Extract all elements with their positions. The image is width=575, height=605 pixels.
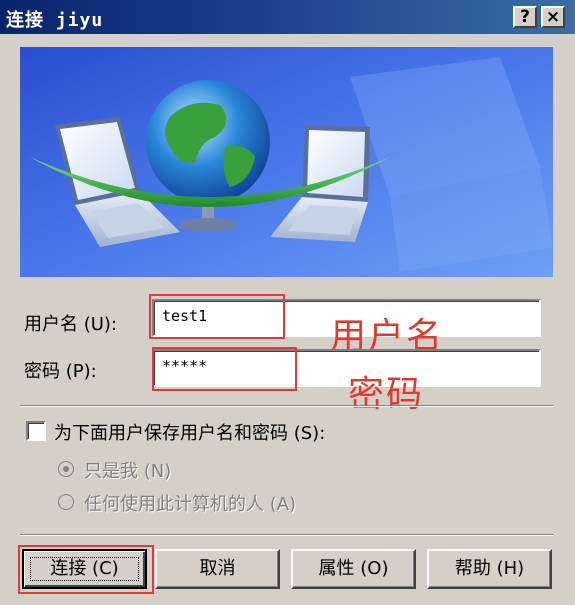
radio-selected-dot bbox=[63, 466, 69, 472]
username-highlight-box bbox=[149, 294, 285, 339]
help-button[interactable]: 帮助 (H) bbox=[427, 549, 552, 589]
connect-highlight-box bbox=[18, 545, 154, 594]
network-banner-image bbox=[20, 47, 553, 277]
username-label: 用户名 (U): bbox=[24, 314, 118, 335]
close-title-button[interactable]: × bbox=[541, 6, 565, 28]
password-annotation: 密码 bbox=[348, 374, 425, 415]
radio-only-me-label: 只是我 (N) bbox=[84, 461, 172, 482]
password-label: 密码 (P): bbox=[24, 361, 97, 382]
radio-anyone[interactable] bbox=[58, 494, 74, 510]
window-title: 连接 jiyu bbox=[6, 10, 104, 31]
save-credentials-label: 为下面用户保存用户名和密码 (S): bbox=[54, 423, 326, 444]
connect-dialog: 连接 jiyu ? × 用户名 (U): test1 用户名 密码 (P): *… bbox=[0, 0, 575, 605]
radio-anyone-label: 任何使用此计算机的人 (A) bbox=[84, 494, 297, 515]
title-bar[interactable]: 连接 jiyu ? × bbox=[0, 0, 575, 34]
save-credentials-checkbox[interactable] bbox=[26, 421, 46, 441]
radio-only-me[interactable] bbox=[58, 461, 74, 477]
properties-button[interactable]: 属性 (O) bbox=[291, 549, 416, 589]
separator bbox=[20, 405, 553, 407]
cancel-button[interactable]: 取消 bbox=[155, 549, 280, 589]
separator-bottom bbox=[20, 534, 553, 536]
help-title-button[interactable]: ? bbox=[513, 6, 537, 28]
password-highlight-box bbox=[152, 347, 297, 391]
